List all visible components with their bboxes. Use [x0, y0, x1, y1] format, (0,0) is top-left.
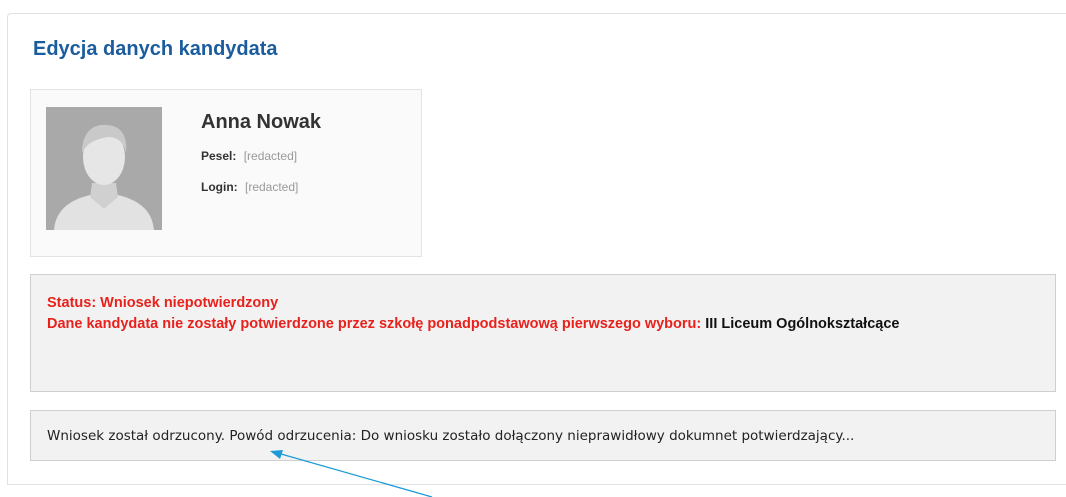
login-field: Login: [redacted]	[201, 180, 298, 194]
pesel-label: Pesel:	[201, 149, 237, 163]
school-name: III Liceum Ogólnokształcące	[705, 316, 900, 332]
user-placeholder-icon	[46, 107, 162, 230]
login-label: Login:	[201, 180, 238, 194]
status-details-text: Dane kandydata nie zostały potwierdzone …	[47, 316, 702, 332]
candidate-name: Anna Nowak	[201, 111, 322, 133]
pesel-field: Pesel: [redacted]	[201, 149, 297, 163]
status-box: Status: Wniosek niepotwierdzony Dane kan…	[30, 274, 1056, 392]
status-line: Status: Wniosek niepotwierdzony	[47, 295, 279, 311]
candidate-card: Anna Nowak Pesel: [redacted] Login: [red…	[30, 89, 422, 257]
status-details: Dane kandydata nie zostały potwierdzone …	[47, 314, 1039, 335]
login-value: [redacted]	[245, 180, 299, 194]
pesel-value: [redacted]	[243, 149, 298, 163]
rejection-message-box: Wniosek został odrzucony. Powód odrzucen…	[30, 410, 1056, 461]
page-title: Edycja danych kandydata	[33, 38, 278, 60]
rejection-message: Wniosek został odrzucony. Powód odrzucen…	[47, 428, 855, 444]
